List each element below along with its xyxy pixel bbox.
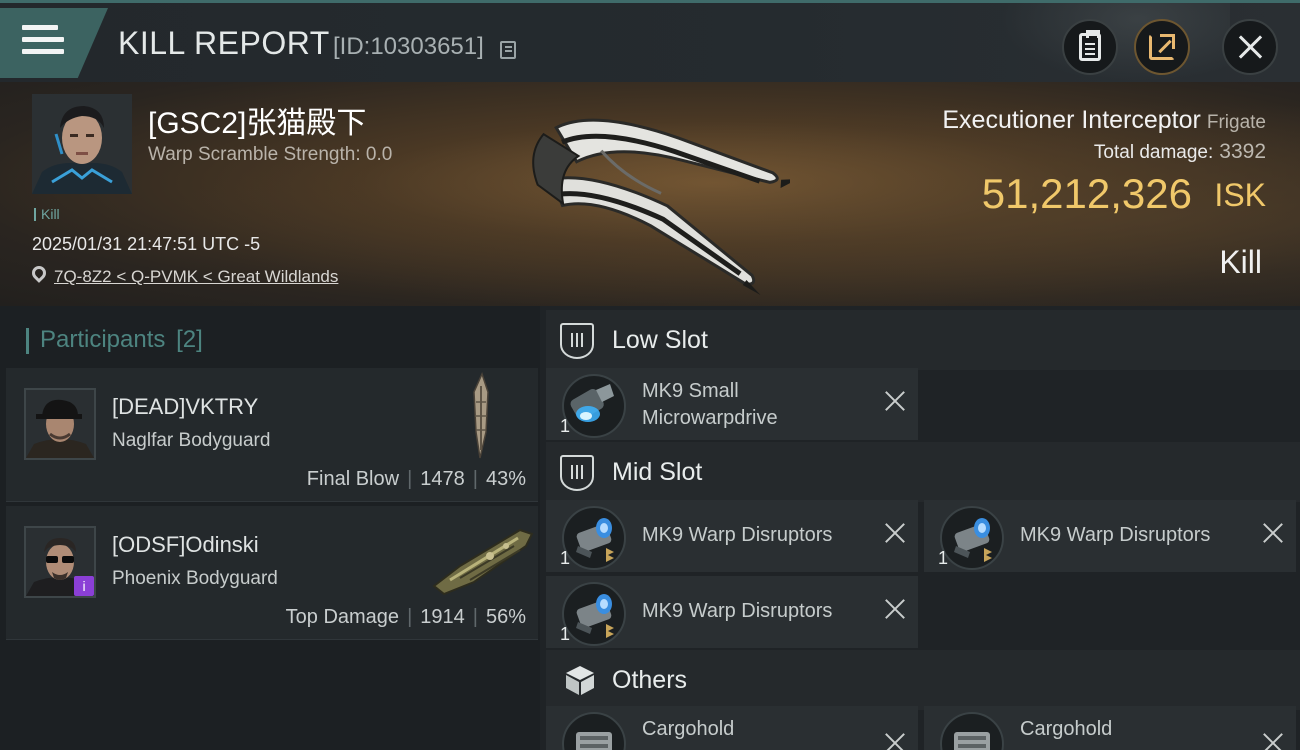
clipboard-button[interactable] xyxy=(1062,19,1118,75)
others-header: Others xyxy=(546,650,1300,710)
module-item[interactable]: 1 MK9 Small Microwarpdrive xyxy=(546,368,918,440)
timestamp: 2025/01/31 21:47:51 UTC -5 xyxy=(32,234,261,254)
remove-module-icon[interactable] xyxy=(1262,732,1284,750)
total-damage: Total damage: 3392 xyxy=(1094,140,1266,164)
close-icon xyxy=(1237,34,1263,60)
participant-percent: 56% xyxy=(485,606,526,628)
participant-damage: 1914 xyxy=(420,606,465,628)
isk-value: 51,212,326 xyxy=(981,170,1192,217)
module-name-line: MK9 Small xyxy=(642,380,739,402)
participant-role: Top Damage xyxy=(285,606,400,628)
module-name: MK9 Warp Disruptors xyxy=(642,600,833,622)
remove-module-icon[interactable] xyxy=(884,390,906,412)
avatar xyxy=(24,388,96,460)
module-name: MK9 Warp Disruptors xyxy=(642,524,833,546)
warp-disruptor-icon xyxy=(562,506,626,570)
page-title: KILL REPORT xyxy=(118,25,330,61)
participant-card[interactable]: [DEAD]VKTRY Naglfar Bodyguard Final Blow… xyxy=(6,368,538,502)
participants-panel: Participants [2] [DEAD]VKTRY Naglfar Bod… xyxy=(0,306,540,750)
victim-ship-image xyxy=(532,118,790,296)
participant-card[interactable]: i [ODSF]Odinski Phoenix Bodyguard Top Da… xyxy=(6,506,538,640)
participant-name[interactable]: [ODSF]Odinski xyxy=(112,532,259,558)
module-quantity: 1 xyxy=(560,548,571,568)
participant-stats: Top Damage | 1914 | 56% xyxy=(285,606,526,628)
module-item[interactable]: Cargohold xyxy=(546,706,918,750)
participant-role: Final Blow xyxy=(306,468,400,490)
share-button[interactable] xyxy=(1134,19,1190,75)
others-title: Others xyxy=(612,666,688,694)
victim-portrait[interactable] xyxy=(32,94,132,194)
mid-slot-title: Mid Slot xyxy=(612,458,703,486)
participant-stats: Final Blow | 1478 | 43% xyxy=(306,468,526,490)
victim-name[interactable]: [GSC2]张猫殿下 xyxy=(148,98,366,142)
total-damage-value: 3392 xyxy=(1219,140,1266,163)
participant-damage: 1478 xyxy=(420,468,465,490)
module-name: MK9 Small Microwarpdrive xyxy=(642,378,778,432)
warp-disruptor-icon xyxy=(940,506,1004,570)
module-quantity: 1 xyxy=(560,624,571,644)
participant-ship-image xyxy=(473,372,489,459)
module-name: Cargohold xyxy=(642,718,735,740)
remove-module-icon[interactable] xyxy=(1262,522,1284,544)
module-item[interactable]: 1 MK9 Warp Disruptors xyxy=(546,576,918,648)
result-tag: Kill xyxy=(34,206,60,222)
share-icon xyxy=(1149,34,1175,60)
cargohold-icon xyxy=(562,712,626,750)
mid-slot-icon xyxy=(560,455,594,491)
microwarpdrive-icon xyxy=(562,374,626,438)
low-slot-header: Low Slot xyxy=(546,310,1300,370)
isk-unit: ISK xyxy=(1214,177,1266,213)
warp-disruptor-icon xyxy=(562,582,626,646)
report-id: [ID:10303651] xyxy=(333,33,484,60)
victim-banner: [GSC2]张猫殿下 Warp Scramble Strength: 0.0 K… xyxy=(0,82,1300,306)
module-item[interactable]: 1 MK9 Warp Disruptors xyxy=(546,500,918,572)
module-name: Cargohold xyxy=(1020,718,1113,740)
participant-name[interactable]: [DEAD]VKTRY xyxy=(112,394,258,420)
clipboard-icon xyxy=(1079,30,1101,61)
total-damage-label: Total damage: xyxy=(1093,142,1214,163)
victim-ship-name[interactable]: Executioner Interceptor Frigate xyxy=(942,106,1266,135)
participants-title: Participants xyxy=(40,326,166,353)
module-name-line: Microwarpdrive xyxy=(642,407,778,429)
cube-icon xyxy=(566,666,594,695)
outcome-label: Kill xyxy=(1219,244,1262,280)
close-button[interactable] xyxy=(1222,19,1278,75)
module-item[interactable]: 1 MK9 Warp Disruptors xyxy=(924,500,1296,572)
cargohold-icon xyxy=(940,712,1004,750)
menu-icon[interactable] xyxy=(22,25,64,59)
low-slot-icon xyxy=(560,323,594,359)
participant-ship: Naglfar Bodyguard xyxy=(112,430,271,451)
mid-slot-header: Mid Slot xyxy=(546,442,1300,502)
participant-ship: Phoenix Bodyguard xyxy=(112,568,278,589)
location-link[interactable]: 7Q-8Z2 < Q-PVMK < Great Wildlands xyxy=(54,267,338,287)
ship-name-text: Executioner Interceptor xyxy=(942,106,1201,134)
module-quantity: 1 xyxy=(560,416,571,436)
participant-ship-image xyxy=(432,528,534,596)
remove-module-icon[interactable] xyxy=(884,598,906,620)
low-slot-title: Low Slot xyxy=(612,326,708,354)
module-name: MK9 Warp Disruptors xyxy=(1020,524,1211,546)
participant-percent: 43% xyxy=(485,468,526,490)
remove-module-icon[interactable] xyxy=(884,522,906,544)
location-pin-icon xyxy=(29,263,49,283)
fitting-panel: Low Slot 1 MK9 Small Microwarpdrive Mid … xyxy=(540,306,1300,750)
remove-module-icon[interactable] xyxy=(884,732,906,750)
module-quantity: 1 xyxy=(938,548,949,568)
warp-scramble-strength: Warp Scramble Strength: 0.0 xyxy=(148,144,393,165)
copy-icon[interactable] xyxy=(500,41,516,59)
ship-class: Frigate xyxy=(1206,112,1266,133)
participants-count: [2] xyxy=(176,326,203,353)
header-bar: KILL REPORT [ID:10303651] xyxy=(0,0,1300,83)
module-item[interactable]: Cargohold xyxy=(924,706,1296,750)
participant-badge-icon: i xyxy=(74,576,94,596)
participants-header: Participants [2] xyxy=(26,326,203,354)
